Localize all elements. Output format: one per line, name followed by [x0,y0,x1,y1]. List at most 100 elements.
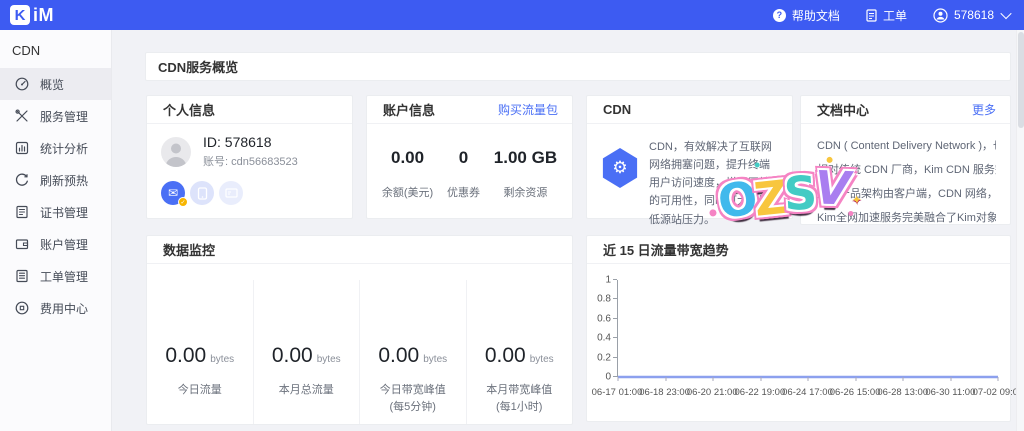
month-peak-metric: 0.00bytes 本月带宽峰值(每1小时) [466,280,573,424]
x-axis-tick-label: 06-30 11:00 [925,387,975,398]
month-peak-sublabel: (每1小时) [467,399,573,416]
verified-badge-icon: ✓ [178,197,188,207]
x-axis-tick [855,377,856,381]
sidebar-item-label: 刷新预热 [40,172,88,189]
today-traffic-label: 今日流量 [147,382,253,399]
sidebar-item-overview[interactable]: 概览 [0,68,111,100]
email-verified-icon[interactable]: ✉✓ [161,181,185,205]
month-traffic-unit: bytes [317,354,341,365]
y-axis-tick-label: 0.8 [597,294,611,305]
month-peak-unit: bytes [530,354,554,365]
y-axis-tick [613,298,617,299]
page-title: CDN服务概览 [158,57,238,76]
certificate-icon [14,204,30,220]
brand-logo[interactable]: K iM [10,5,54,26]
billing-icon [14,300,30,316]
doc-link[interactable]: CDN ( Content Delivery Network )，也即内容分发.… [817,134,996,158]
balance-metric: 0.00 余额(美元) [382,148,433,200]
chart-card-title: 近 15 日流量带宽趋势 [603,240,729,259]
refresh-icon [14,172,30,188]
x-axis-tick-label: 06-17 01:00 [592,387,643,398]
y-axis-tick [613,376,617,377]
cdn-card: CDN ⚙ CDN，有效解决了互联网网络拥塞问题，提升终端用户访问速度，增强网站… [586,95,793,219]
chevron-down-icon [1000,8,1011,19]
sidebar-item-label: 统计分析 [40,140,88,157]
sidebar-item-account-mgmt[interactable]: 账户管理 [0,228,111,260]
y-axis-tick [613,318,617,319]
monitor-card-title: 数据监控 [163,240,215,259]
sidebar-item-label: 费用中心 [40,300,88,317]
logo-text: iM [33,5,54,26]
sidebar-item-service-mgmt[interactable]: 服务管理 [0,100,111,132]
balance-label: 余额(美元) [382,184,433,200]
doc-link[interactable]: 整个产品架构由客户端，CDN 网络，企业源站，... [817,182,996,206]
docs-card-title: 文档中心 [817,100,869,119]
ticket-label: 工单 [883,7,907,24]
wallet-icon [14,236,30,252]
coupon-value: 0 [447,148,480,168]
y-axis-tick-label: 0.6 [597,313,611,324]
x-axis-tick [903,377,904,381]
remaining-value: 1.00 GB [494,148,557,168]
chart-plot: 00.20.40.60.81 [617,280,998,377]
phone-icon[interactable] [190,181,214,205]
scrollbar-thumb[interactable] [1018,32,1024,128]
y-axis-tick-label: 0.4 [597,333,611,344]
sidebar-item-ticket-mgmt[interactable]: 工单管理 [0,260,111,292]
top-menu: ? 帮助文档 工单 578618 [773,7,1010,24]
today-traffic-unit: bytes [210,354,234,365]
sidebar-item-cert-mgmt[interactable]: 证书管理 [0,196,111,228]
tools-icon [14,108,30,124]
x-axis-tick [713,377,714,381]
month-traffic-metric: 0.00 bytes 本月总流量 [253,280,360,424]
more-docs-link[interactable]: 更多 [972,101,996,118]
x-axis-tick [618,377,619,381]
x-axis-tick-label: 06-24 17:00 [782,387,833,398]
id-card-icon[interactable] [219,181,243,205]
user-id-label: 578618 [954,8,994,22]
cdn-description: CDN，有效解决了互联网网络拥塞问题，提升终端用户访问速度，增强网站的可用性，同… [649,138,780,229]
doc-link[interactable]: Kim全网加速服务完美融合了Kim对象存储和 CDN ... [817,206,996,230]
today-traffic-metric: 0.00bytes 今日流量 [147,280,253,424]
sidebar-item-label: 账户管理 [40,236,88,253]
doc-link[interactable]: 相对传统 CDN 厂商，Kim CDN 服务完全实现全自... [817,158,996,182]
x-axis-tick-label: 06-18 23:00 [639,387,690,398]
gauge-icon [14,76,30,92]
x-axis-tick [760,377,761,381]
help-docs-label: 帮助文档 [792,7,840,24]
docs-card: 文档中心 更多 CDN ( Content Delivery Network )… [800,95,1011,225]
profile-account: 账号: cdn56683523 [203,153,298,169]
sidebar-item-billing[interactable]: 费用中心 [0,292,111,324]
user-menu[interactable]: 578618 [933,8,1010,23]
sidebar-item-refresh[interactable]: 刷新预热 [0,164,111,196]
x-axis-tick-label: 06-22 19:00 [735,387,786,398]
month-traffic-label: 本月总流量 [254,382,360,399]
x-axis-tick-label: 06-20 21:00 [687,387,738,398]
sidebar-item-stats[interactable]: 统计分析 [0,132,111,164]
y-axis-tick [613,337,617,338]
profile-user-id: ID: 578618 [203,134,298,150]
month-traffic-value: 0.00 [272,344,313,367]
x-axis-tick [950,377,951,381]
ticket-list-icon [14,268,30,284]
x-axis-tick [665,377,666,381]
sidebar-item-label: 概览 [40,76,64,93]
logo-k-icon: K [10,5,30,25]
buy-traffic-link[interactable]: 购买流量包 [498,101,558,118]
today-peak-sublabel: (每5分钟) [360,399,466,416]
ticket-button[interactable]: 工单 [866,7,907,24]
help-docs-button[interactable]: ? 帮助文档 [773,7,840,24]
y-axis-tick [613,279,617,280]
y-axis-tick [613,357,617,358]
bandwidth-trend-card: 近 15 日流量带宽趋势 00.20.40.60.81 06-17 01:000… [586,235,1011,422]
today-peak-label: 今日带宽峰值 [360,382,466,399]
page-title-bar: CDN服务概览 [145,52,1011,81]
month-peak-label: 本月带宽峰值 [467,382,573,399]
x-axis-tick [998,377,999,381]
x-axis-tick-label: 06-26 15:00 [830,387,881,398]
help-icon: ? [773,9,786,22]
chart-x-labels: 06-17 01:0006-18 23:0006-20 21:0006-22 1… [617,387,998,399]
today-peak-metric: 0.00bytes 今日带宽峰值(每5分钟) [359,280,466,424]
today-peak-value: 0.00 [378,344,419,367]
remaining-metric: 1.00 GB 剩余资源 [494,148,557,200]
